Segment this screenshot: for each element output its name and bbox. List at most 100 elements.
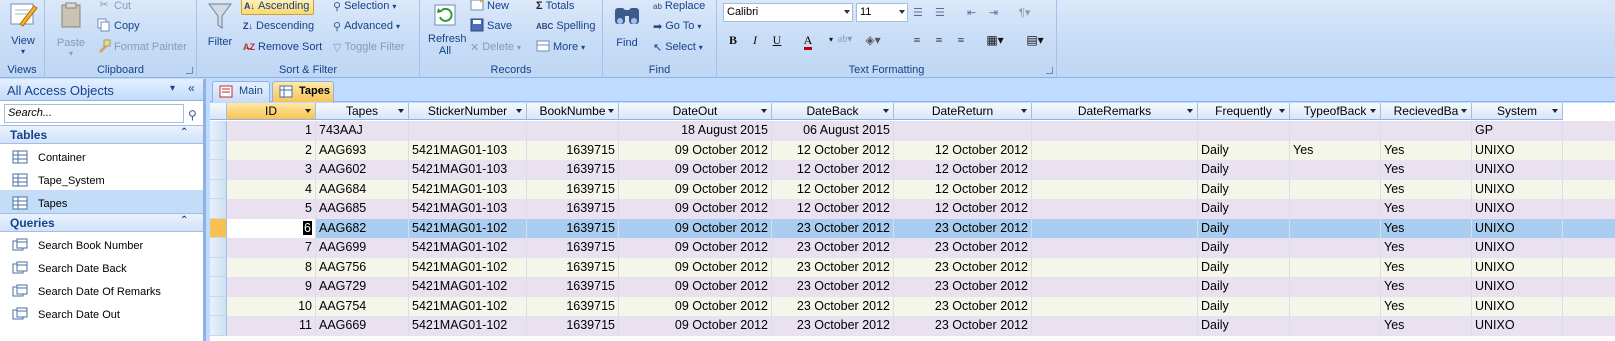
table-cell[interactable]: UNIXO xyxy=(1472,140,1563,160)
table-row[interactable]: 8 AAG756 5421MAG01-102 1639715 09 October 20… xyxy=(210,257,1615,277)
tab-main[interactable]: Main xyxy=(212,81,270,102)
table-cell[interactable]: 6 xyxy=(227,218,316,238)
table-cell[interactable]: 09 October 2012 xyxy=(619,316,772,336)
column-header-frequently[interactable]: Frequently xyxy=(1198,103,1290,120)
table-cell[interactable]: 12 October 2012 xyxy=(772,199,894,219)
record-selector[interactable] xyxy=(210,277,227,297)
queries-section-header[interactable]: Queries ⌃ xyxy=(0,213,203,232)
filter-button[interactable]: Filter xyxy=(201,2,239,48)
table-cell[interactable]: Yes xyxy=(1381,218,1472,238)
table-cell[interactable]: UNIXO xyxy=(1472,316,1563,336)
table-cell[interactable] xyxy=(1032,121,1198,141)
table-row[interactable]: 3 AAG602 5421MAG01-103 1639715 09 October 20… xyxy=(210,160,1615,180)
navigation-search-input[interactable]: Search... xyxy=(4,104,184,123)
table-cell[interactable]: UNIXO xyxy=(1472,238,1563,258)
table-row[interactable]: 10 AAG754 5421MAG01-102 1639715 09 October 2… xyxy=(210,296,1615,316)
table-cell[interactable]: 1639715 xyxy=(527,238,619,258)
table-cell[interactable]: 1639715 xyxy=(527,140,619,160)
nav-table-tapes[interactable]: Tapes xyxy=(0,190,203,213)
alternate-fill-button[interactable]: ▤▾ xyxy=(1021,30,1049,50)
table-cell[interactable]: 12 October 2012 xyxy=(772,140,894,160)
table-cell[interactable]: 11 xyxy=(227,316,316,336)
paragraph-direction-button[interactable]: ¶▾ xyxy=(1019,3,1030,21)
table-cell[interactable]: AAG682 xyxy=(316,218,409,238)
table-cell[interactable]: 743AAJ xyxy=(316,121,409,141)
table-cell[interactable]: 09 October 2012 xyxy=(619,296,772,316)
record-selector[interactable] xyxy=(210,179,227,199)
table-cell[interactable] xyxy=(1032,140,1198,160)
record-selector[interactable] xyxy=(210,257,227,277)
table-cell[interactable]: 1639715 xyxy=(527,218,619,238)
table-cell[interactable]: 09 October 2012 xyxy=(619,179,772,199)
record-selector[interactable] xyxy=(210,140,227,160)
table-cell[interactable]: UNIXO xyxy=(1472,296,1563,316)
table-row[interactable]: 4 AAG684 5421MAG01-103 1639715 09 October 20… xyxy=(210,179,1615,199)
table-cell[interactable] xyxy=(1032,296,1198,316)
chevron-down-icon[interactable] xyxy=(1187,109,1193,113)
table-cell[interactable]: AAG685 xyxy=(316,199,409,219)
highlight-icon[interactable]: ab▾ xyxy=(835,30,855,50)
chevron-down-icon[interactable] xyxy=(305,109,311,113)
table-cell[interactable]: 9 xyxy=(227,277,316,297)
table-cell[interactable]: 09 October 2012 xyxy=(619,257,772,277)
new-record-button[interactable]: New xyxy=(470,0,509,15)
record-selector[interactable] xyxy=(210,121,227,141)
table-cell[interactable]: 23 October 2012 xyxy=(894,257,1032,277)
table-cell[interactable]: Daily xyxy=(1198,257,1290,277)
chevron-down-icon[interactable] xyxy=(398,109,404,113)
replace-button[interactable]: ab Replace xyxy=(653,0,705,15)
table-cell[interactable] xyxy=(1290,121,1381,141)
table-cell[interactable]: 2 xyxy=(227,140,316,160)
table-cell[interactable]: 1639715 xyxy=(527,316,619,336)
table-cell[interactable]: Daily xyxy=(1198,140,1290,160)
nav-query-search-date-back[interactable]: Search Date Back xyxy=(0,255,203,278)
align-center-button[interactable]: ≡ xyxy=(929,30,949,50)
table-cell[interactable]: 23 October 2012 xyxy=(772,296,894,316)
table-cell[interactable]: UNIXO xyxy=(1472,218,1563,238)
ascending-button[interactable]: A↓ Ascending xyxy=(241,0,315,15)
tab-tapes[interactable]: Tapes xyxy=(272,81,334,102)
table-cell[interactable] xyxy=(527,121,619,141)
table-cell[interactable]: 5421MAG01-103 xyxy=(409,160,527,180)
table-cell[interactable] xyxy=(1032,160,1198,180)
table-cell[interactable]: 1639715 xyxy=(527,199,619,219)
nav-query-search-date-of-remarks[interactable]: Search Date Of Remarks xyxy=(0,278,203,301)
toggle-filter-button[interactable]: ▽ Toggle Filter xyxy=(333,38,404,56)
table-cell[interactable]: 12 October 2012 xyxy=(894,199,1032,219)
table-cell[interactable]: 09 October 2012 xyxy=(619,238,772,258)
find-button[interactable]: Find xyxy=(609,2,645,49)
chevron-down-icon[interactable] xyxy=(1552,109,1558,113)
table-cell[interactable]: Yes xyxy=(1381,257,1472,277)
table-cell[interactable]: 5421MAG01-102 xyxy=(409,316,527,336)
table-cell[interactable] xyxy=(1032,179,1198,199)
table-cell[interactable]: Daily xyxy=(1198,238,1290,258)
font-name-combo[interactable]: Calibri xyxy=(723,3,853,22)
column-header-datereturn[interactable]: DateReturn xyxy=(894,103,1032,120)
table-cell[interactable]: 3 xyxy=(227,160,316,180)
table-cell[interactable]: Yes xyxy=(1381,179,1472,199)
table-cell[interactable] xyxy=(409,121,527,141)
clipboard-dialog-launcher[interactable] xyxy=(186,67,193,74)
refresh-all-button[interactable]: Refresh All xyxy=(424,2,467,57)
record-selector[interactable] xyxy=(210,218,227,238)
nav-query-search-date-out[interactable]: Search Date Out xyxy=(0,301,203,324)
chevron-down-icon[interactable] xyxy=(608,109,614,113)
font-size-combo[interactable]: 11 xyxy=(856,3,908,22)
go-to-button[interactable]: ➡ Go To ▾ xyxy=(653,17,701,35)
table-cell[interactable]: 5421MAG01-103 xyxy=(409,140,527,160)
table-row[interactable]: 2 AAG693 5421MAG01-103 1639715 09 October 20… xyxy=(210,140,1615,160)
column-header-system[interactable]: System xyxy=(1472,103,1563,120)
search-icon[interactable]: ⚲ xyxy=(188,108,197,122)
table-cell[interactable]: 23 October 2012 xyxy=(894,296,1032,316)
spelling-button[interactable]: ABC Spelling xyxy=(536,17,595,35)
chevron-down-icon[interactable] xyxy=(1370,109,1376,113)
table-cell[interactable] xyxy=(1290,179,1381,199)
table-cell[interactable]: AAG684 xyxy=(316,179,409,199)
table-cell[interactable]: AAG729 xyxy=(316,277,409,297)
collapse-section-icon[interactable]: ⌃ xyxy=(180,215,188,226)
table-cell[interactable] xyxy=(1290,160,1381,180)
delete-record-button[interactable]: ✕ Delete ▾ xyxy=(470,38,521,56)
table-cell[interactable]: 7 xyxy=(227,238,316,258)
table-cell[interactable]: UNIXO xyxy=(1472,257,1563,277)
table-cell[interactable]: 1639715 xyxy=(527,160,619,180)
